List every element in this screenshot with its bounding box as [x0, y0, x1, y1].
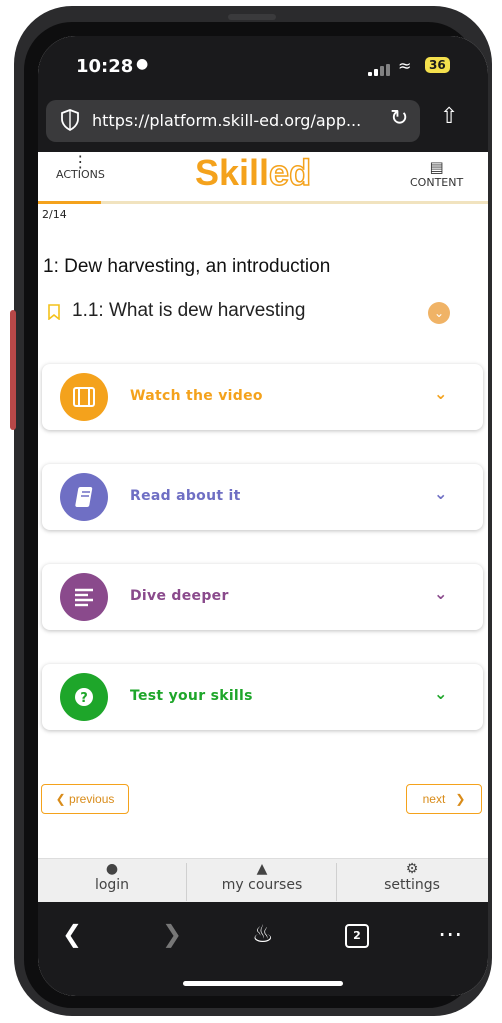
card-test-skills[interactable]: ? Test your skills ⌄ [42, 664, 483, 730]
url-text[interactable]: https://platform.skill-ed.org/app... [92, 111, 361, 130]
book-icon [60, 473, 108, 521]
status-bar: 10:28 ● ≈ 36 [38, 36, 488, 96]
text-lines-icon [60, 573, 108, 621]
shield-icon [61, 109, 79, 131]
address-bar[interactable]: https://platform.skill-ed.org/app... ↻ [46, 100, 420, 142]
logo: Skilled [195, 151, 312, 194]
module-title: 1: Dew harvesting, an introduction [43, 256, 331, 277]
battery-indicator: 36 [425, 57, 450, 73]
card-label: Dive deeper [130, 588, 229, 604]
actions-button[interactable]: ⋮ ACTIONS [56, 152, 105, 182]
chevron-down-icon[interactable]: ⌄ [434, 684, 447, 703]
person-icon: ● [136, 56, 149, 72]
more-vertical-icon: ⋮ [72, 152, 89, 171]
bookmark-icon[interactable] [48, 304, 60, 320]
share-icon[interactable]: ⇧ [440, 104, 458, 129]
browser-toolbar: https://platform.skill-ed.org/app... ↻ ⇧ [38, 96, 488, 152]
card-label: Test your skills [130, 688, 253, 704]
status-time: 10:28 [76, 56, 134, 77]
back-icon[interactable]: ❮ [62, 920, 82, 948]
svg-text:?: ? [80, 691, 88, 706]
book-open-icon: ▤ [429, 158, 444, 176]
divider [336, 863, 337, 901]
forward-icon[interactable]: ❯ [162, 920, 182, 948]
phone-speaker [228, 14, 276, 20]
previous-label: previous [69, 792, 115, 806]
nav-login[interactable]: ● login [38, 859, 186, 905]
phone-side-button [10, 310, 16, 430]
previous-button[interactable]: ❮ previous [41, 784, 129, 814]
nav-settings[interactable]: ⚙ settings [338, 859, 486, 905]
user-icon: ● [105, 861, 119, 877]
signal-icon [368, 64, 390, 76]
nav-my-courses[interactable]: ▲ my courses [188, 859, 336, 905]
content-label: CONTENT [410, 176, 464, 189]
progress-fill [38, 201, 101, 204]
nav-login-label: login [94, 877, 130, 893]
card-watch-video[interactable]: Watch the video ⌄ [42, 364, 483, 430]
chevron-down-icon[interactable]: ⌄ [428, 302, 450, 324]
reload-icon[interactable]: ↻ [390, 106, 408, 131]
flame-icon[interactable]: ♨ [252, 920, 274, 948]
home-indicator [183, 981, 343, 986]
progress-bar [38, 201, 488, 204]
content-button[interactable]: ▤ CONTENT [410, 158, 463, 189]
page-counter: 2/14 [42, 208, 67, 221]
app-header: ⋮ ACTIONS Skilled ▤ CONTENT [38, 151, 488, 202]
chevron-down-icon[interactable]: ⌄ [434, 384, 447, 403]
film-icon [60, 373, 108, 421]
chevron-down-icon[interactable]: ⌄ [434, 484, 447, 503]
nav-settings-label: settings [384, 877, 440, 893]
next-button[interactable]: next ❯ [406, 784, 482, 814]
more-icon[interactable]: ⋯ [438, 920, 462, 948]
bottom-nav: ● login ▲ my courses ⚙ settings [38, 858, 488, 905]
card-read-about[interactable]: Read about it ⌄ [42, 464, 483, 530]
nav-my-courses-label: my courses [221, 877, 303, 893]
question-icon: ? [60, 673, 108, 721]
logo-part-skill: Skill [195, 152, 270, 193]
wifi-icon: ≈ [398, 56, 412, 75]
chevron-down-icon[interactable]: ⌄ [434, 584, 447, 603]
lesson-title: 1.1: What is dew harvesting [72, 300, 306, 321]
chevron-right-icon: ❯ [445, 792, 466, 806]
next-label: next [422, 792, 446, 806]
card-label: Read about it [130, 488, 241, 504]
screen: 10:28 ● ≈ 36 https://platform.skill-ed.o… [38, 36, 488, 996]
gear-icon: ⚙ [405, 861, 419, 877]
logo-part-ed: ed [268, 151, 312, 194]
graduation-cap-icon: ▲ [256, 861, 268, 877]
divider [186, 863, 187, 901]
card-label: Watch the video [130, 388, 263, 404]
tabs-icon[interactable]: 2 [345, 924, 369, 948]
card-dive-deeper[interactable]: Dive deeper ⌄ [42, 564, 483, 630]
browser-bottom-bar: ❮ ❯ ♨ 2 ⋯ [38, 902, 488, 996]
chevron-left-icon: ❮ [55, 792, 70, 806]
actions-label: ACTIONS [56, 168, 105, 181]
